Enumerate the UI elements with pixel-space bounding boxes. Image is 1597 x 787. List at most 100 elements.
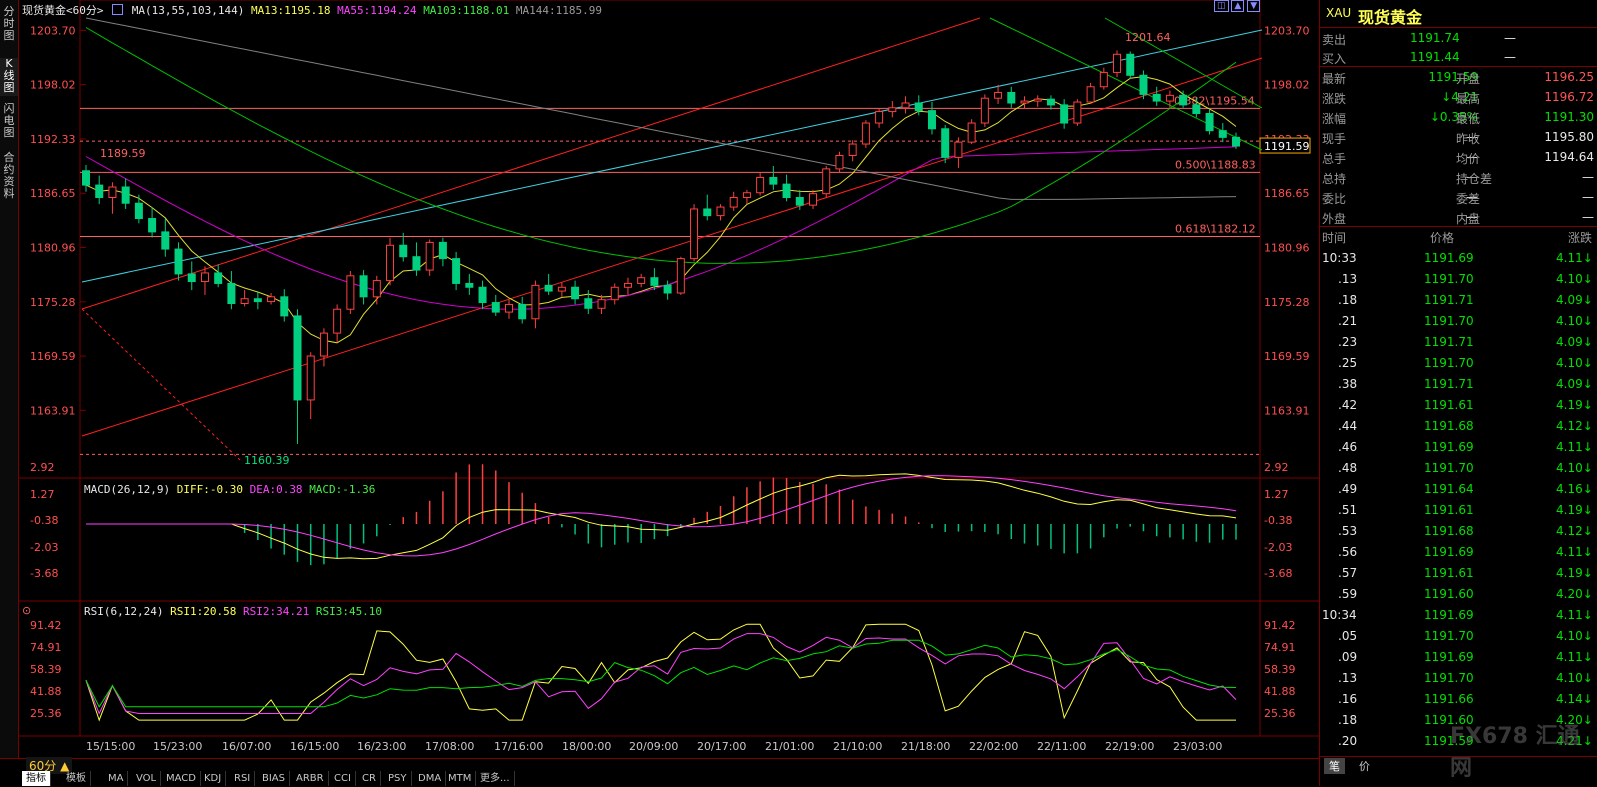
rsi-axis-label: 91.42 xyxy=(1264,619,1296,632)
restore-icon[interactable]: ◫ xyxy=(1214,0,1229,12)
indicator-tab[interactable]: BIAS xyxy=(258,771,290,786)
candle-body xyxy=(1152,93,1161,102)
buy-row: 买入 1191.44 — xyxy=(1320,47,1597,67)
candle-body xyxy=(108,186,117,199)
indicator-tab[interactable]: 更多... xyxy=(476,771,515,786)
tick-row: .56 1191.69 4.11↓ xyxy=(1320,542,1597,562)
divider xyxy=(1320,756,1597,757)
macd-axis-label: -0.38 xyxy=(1264,514,1292,527)
candle-body xyxy=(1046,98,1055,106)
indicator-tab[interactable]: 模板 xyxy=(62,771,91,786)
price-axis-label: 1198.02 xyxy=(1264,79,1310,92)
indicator-tab[interactable]: RSI xyxy=(230,771,256,786)
time-axis-label: 22/02:00 xyxy=(969,740,1019,753)
tick-time: .42 xyxy=(1338,398,1358,412)
high-annotation: 1201.64 xyxy=(1125,31,1171,44)
rsi-axis-label: 58.39 xyxy=(1264,663,1296,676)
rsi-axis-label: 58.39 xyxy=(30,663,62,676)
indicator-tab[interactable]: ARBR xyxy=(292,771,329,786)
indicator-tab[interactable]: PSY xyxy=(384,771,412,786)
chart-area[interactable]: 1203.701203.701198.021198.021192.331192.… xyxy=(0,0,1319,758)
price-axis-label: 1186.65 xyxy=(1264,187,1310,200)
tick-time: .21 xyxy=(1338,314,1358,328)
ma103-line xyxy=(85,27,1237,264)
candle-body xyxy=(174,248,183,275)
candle-body xyxy=(412,256,421,271)
tick-row: .49 1191.64 4.16↓ xyxy=(1320,479,1597,499)
candle-body xyxy=(901,102,910,109)
tick-time: .59 xyxy=(1338,587,1358,601)
macd-axis-label: -2.03 xyxy=(1264,541,1292,554)
symbol-code: XAU xyxy=(1326,6,1352,20)
tick-time: .20 xyxy=(1338,734,1358,748)
indicator-tab[interactable]: CR xyxy=(358,771,381,786)
candle-body xyxy=(1126,53,1135,76)
price-axis-label: 1192.33 xyxy=(30,133,76,146)
buy-price: 1191.44 xyxy=(1410,50,1460,64)
tab-tick[interactable]: 笔 xyxy=(1324,758,1345,774)
tick-row: .46 1191.69 4.11↓ xyxy=(1320,437,1597,457)
candle-body xyxy=(227,282,236,304)
tick-price: 1191.70 xyxy=(1424,272,1474,286)
macd-axis-label: -3.68 xyxy=(30,567,58,580)
candle-body xyxy=(438,241,447,260)
tick-row: .13 1191.70 4.10↓ xyxy=(1320,269,1597,289)
candle-body xyxy=(597,299,606,309)
stat-value: — xyxy=(1582,210,1594,224)
macd-label: MACD(26,12,9) xyxy=(84,483,171,496)
tick-row: .16 1191.66 4.14↓ xyxy=(1320,689,1597,709)
indicator-tab[interactable]: 指标 xyxy=(22,771,51,786)
price-axis-label: 1163.91 xyxy=(1264,404,1310,417)
indicator-tab[interactable]: MA xyxy=(104,771,129,786)
tick-change: 4.09↓ xyxy=(1556,293,1593,307)
rsi-axis-label: 41.88 xyxy=(1264,685,1296,698)
stat-label: 持仓差 xyxy=(1456,172,1493,186)
tick-change: 4.10↓ xyxy=(1556,356,1593,370)
tab-price[interactable]: 价 xyxy=(1354,758,1375,774)
price-axis-label: 1175.28 xyxy=(1264,296,1310,309)
candle-body xyxy=(742,192,751,199)
candle-body xyxy=(187,273,196,283)
candle-body xyxy=(465,282,474,288)
macd-dea: DEA:0.38 xyxy=(249,483,303,496)
quote-panel: XAU 现货黄金 卖出 1191.74 — 买入 1191.44 — 最新 11… xyxy=(1319,0,1597,786)
time-axis-label: 20/09:00 xyxy=(629,740,679,753)
price-axis-label: 1180.96 xyxy=(1264,242,1310,255)
macd-axis-label: -2.03 xyxy=(30,541,58,554)
candle-body xyxy=(835,154,844,170)
candle-body xyxy=(1113,53,1122,73)
tick-price: 1191.69 xyxy=(1424,440,1474,454)
zoom-out-icon[interactable]: ▼ xyxy=(1247,0,1261,12)
tick-change: 4.14↓ xyxy=(1556,692,1593,706)
window-control-icons[interactable]: ◫ ▲ ▼ xyxy=(1214,0,1261,12)
indicator-tab[interactable]: VOL xyxy=(132,771,162,786)
indicator-tab[interactable]: MTM xyxy=(444,771,477,786)
time-axis-label: 15/15:00 xyxy=(86,740,136,753)
tick-change: 4.19↓ xyxy=(1556,398,1593,412)
sell-volume: — xyxy=(1504,31,1516,45)
price-axis-label: 1198.02 xyxy=(30,79,76,92)
tick-change: 4.09↓ xyxy=(1556,335,1593,349)
candle-body xyxy=(200,272,209,283)
rsi3-line xyxy=(85,639,1237,708)
time-axis-label: 22/11:00 xyxy=(1037,740,1087,753)
indicator-tab[interactable]: KDJ xyxy=(200,771,227,786)
tick-row: .25 1191.70 4.10↓ xyxy=(1320,353,1597,373)
candle-body xyxy=(756,176,765,194)
candle-body xyxy=(425,241,434,271)
indicator-tab[interactable]: CCI xyxy=(330,771,356,786)
candle-body xyxy=(1086,86,1095,103)
indicator-tab[interactable]: DMA xyxy=(414,771,447,786)
rsi1-line xyxy=(85,623,1236,722)
time-axis-label: 15/23:00 xyxy=(153,740,203,753)
ma55-line xyxy=(85,146,1237,310)
candle-body xyxy=(1060,104,1069,124)
zoom-in-icon[interactable]: ▲ xyxy=(1231,0,1245,12)
time-axis-label: 21/10:00 xyxy=(833,740,883,753)
indicator-settings-icon[interactable]: ⊙ xyxy=(22,604,31,617)
price-axis-label: 1169.59 xyxy=(30,350,76,363)
indicator-tab[interactable]: MACD xyxy=(162,771,201,786)
tick-row: .18 1191.71 4.09↓ xyxy=(1320,290,1597,310)
candle-body xyxy=(1139,74,1148,95)
candle-body xyxy=(557,286,566,292)
